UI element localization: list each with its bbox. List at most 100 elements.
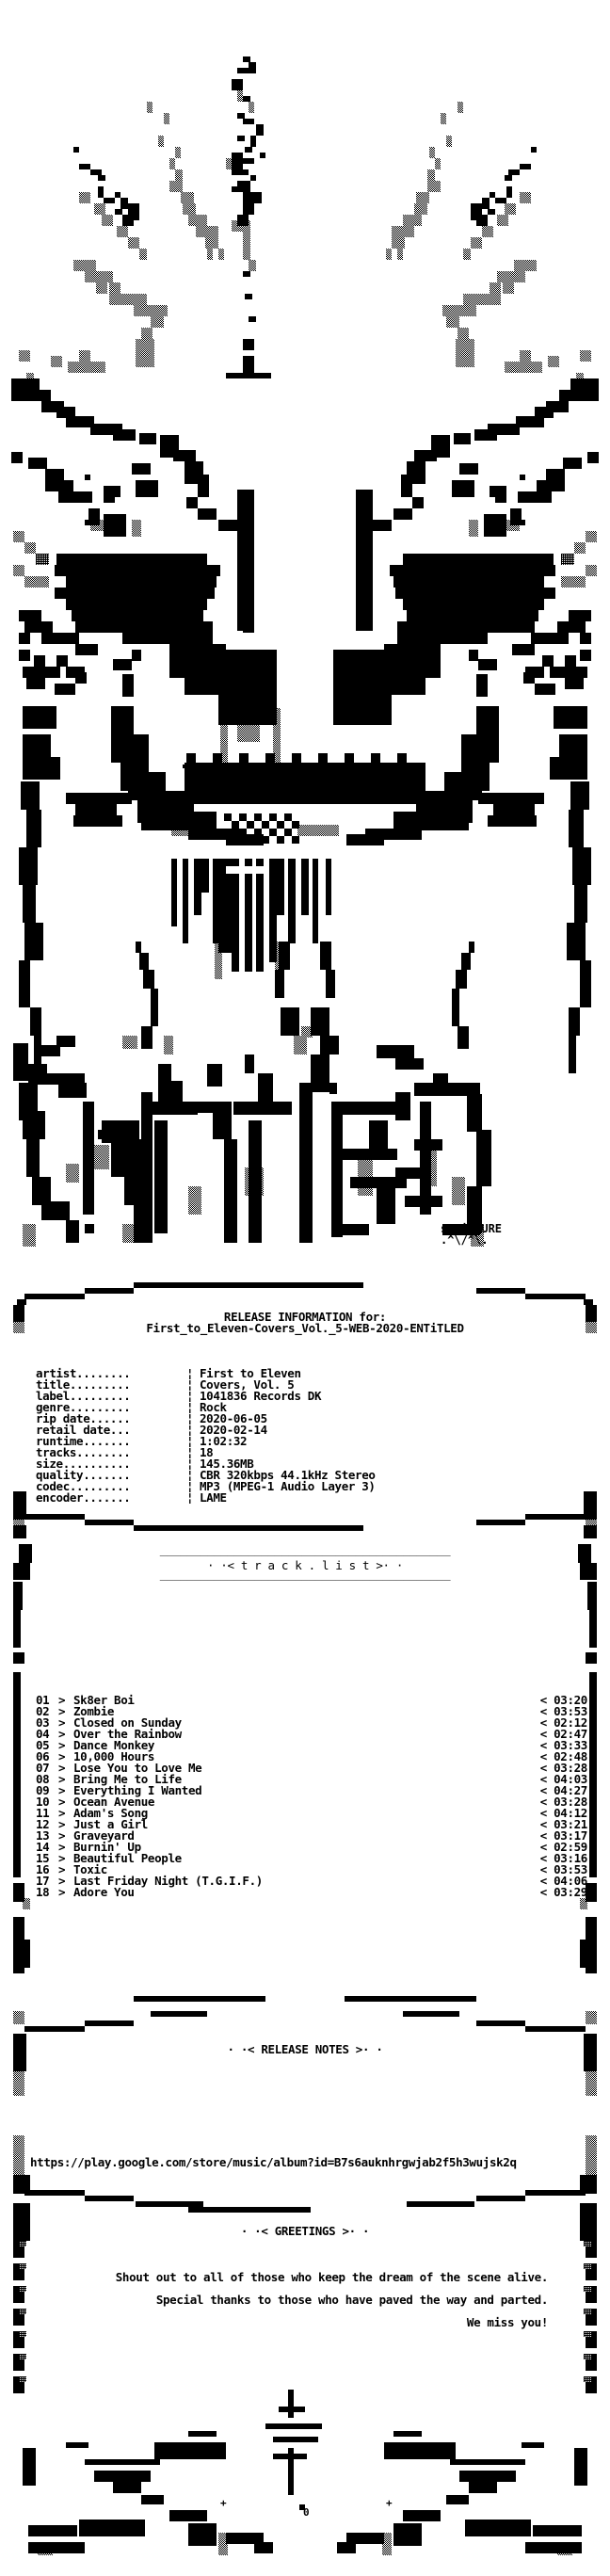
pillar-block <box>574 885 587 923</box>
spine-block <box>237 136 245 141</box>
ray-shade <box>497 271 525 282</box>
tooth <box>397 753 407 765</box>
footer-base <box>79 2520 145 2536</box>
greetings-heading: · ·< GREETINGS >· · <box>240 2224 370 2238</box>
logo-block <box>213 1102 232 1139</box>
ray-shade <box>429 147 435 158</box>
tooth <box>235 765 252 768</box>
checker <box>269 813 277 821</box>
tooth <box>367 765 384 768</box>
drip-side <box>458 1026 469 1049</box>
frame-bar <box>345 1996 476 2002</box>
frame-bar <box>24 2190 85 2196</box>
ray-shade <box>463 249 471 260</box>
ray-shade <box>134 305 168 316</box>
ray-shade <box>456 339 474 367</box>
cheek-shade <box>13 531 24 542</box>
brow-block <box>401 475 412 497</box>
ray-block <box>488 209 495 215</box>
ray-shade <box>503 282 514 294</box>
spine-block <box>249 62 256 73</box>
cheek-block <box>333 650 392 725</box>
frame-bar <box>134 1996 265 2002</box>
side-block <box>478 621 535 633</box>
side-block <box>19 650 30 661</box>
logo-shade <box>23 1224 36 1247</box>
ray-shade <box>207 249 213 260</box>
ray-block <box>520 164 531 169</box>
side-block <box>565 678 584 689</box>
logo-shade <box>66 1164 79 1183</box>
side-block <box>23 667 60 678</box>
logo-block <box>433 1073 448 1087</box>
cheek-block <box>66 599 207 610</box>
ray-shade <box>151 316 164 328</box>
tracklist-side <box>580 1940 591 1968</box>
frame-bar <box>24 1294 85 1299</box>
pillar-block <box>570 781 589 810</box>
greetings-side-shade <box>19 2241 26 2246</box>
spine-block <box>232 169 249 175</box>
logo-shade <box>122 1224 141 1243</box>
logo-block <box>32 1177 51 1205</box>
side-block <box>478 659 497 670</box>
footer-wing <box>23 2448 36 2486</box>
ray-shade <box>79 350 90 362</box>
spine-block <box>243 203 254 215</box>
footer-base <box>393 2523 422 2546</box>
ray-block <box>98 175 105 181</box>
logo-block <box>41 1201 70 1220</box>
side-block <box>75 644 98 655</box>
brow-block <box>136 480 158 497</box>
cheek-block <box>72 610 203 621</box>
pillar-block <box>554 706 587 729</box>
footer-wing <box>94 2471 151 2482</box>
drip-side <box>281 1007 299 1036</box>
ring-block <box>465 744 484 781</box>
release-notes-heading: · ·< RELEASE NOTES >· · <box>227 2042 383 2056</box>
side-block <box>523 672 535 684</box>
brow-block <box>139 433 156 444</box>
spine-block <box>245 294 252 299</box>
track-number: 18 <box>36 1885 50 1899</box>
logo-shade <box>452 1177 465 1205</box>
release-notes-url[interactable]: https://play.google.com/store/music/albu… <box>30 2156 517 2168</box>
ray-block <box>79 164 90 169</box>
logo-block <box>158 1064 171 1102</box>
cheek-shade <box>586 565 597 576</box>
drip-side <box>469 942 474 953</box>
side-block <box>476 674 488 697</box>
release-info-table: artist........ ¦ First to Eleven title.....… <box>36 1345 376 1515</box>
spine-block <box>243 271 250 277</box>
side-block <box>55 684 75 695</box>
cheek-block <box>403 599 544 610</box>
footer-shade <box>557 2544 572 2555</box>
release-name: First_to_Eleven-Covers_Vol._5-WEB-2020-E… <box>146 1321 464 1335</box>
brow-block <box>23 390 51 401</box>
brow-block <box>218 520 237 531</box>
ray-shade <box>446 316 459 328</box>
mouth-shade <box>171 825 213 836</box>
logo-block <box>395 1167 424 1179</box>
footer-wing <box>522 2442 544 2448</box>
drip <box>288 859 296 943</box>
logo-block <box>23 1111 45 1139</box>
checker <box>224 813 232 821</box>
cheek-block <box>390 565 555 576</box>
ray-shade <box>505 362 542 373</box>
brow-block <box>412 497 424 508</box>
cheek-block <box>185 678 222 695</box>
jaw-block <box>66 793 132 804</box>
pillar-block <box>569 1036 576 1073</box>
cheek-shade <box>36 554 49 565</box>
cheek-shade <box>586 531 597 542</box>
ray-shade <box>397 249 403 260</box>
drip-side <box>139 953 149 970</box>
brow-block <box>58 491 92 503</box>
tracklist-bar <box>589 1672 597 1877</box>
brow-block <box>104 497 115 503</box>
ray-shade <box>79 192 90 203</box>
ray-block <box>482 198 490 209</box>
side-block <box>580 650 591 661</box>
frame-corner <box>584 1299 593 1305</box>
